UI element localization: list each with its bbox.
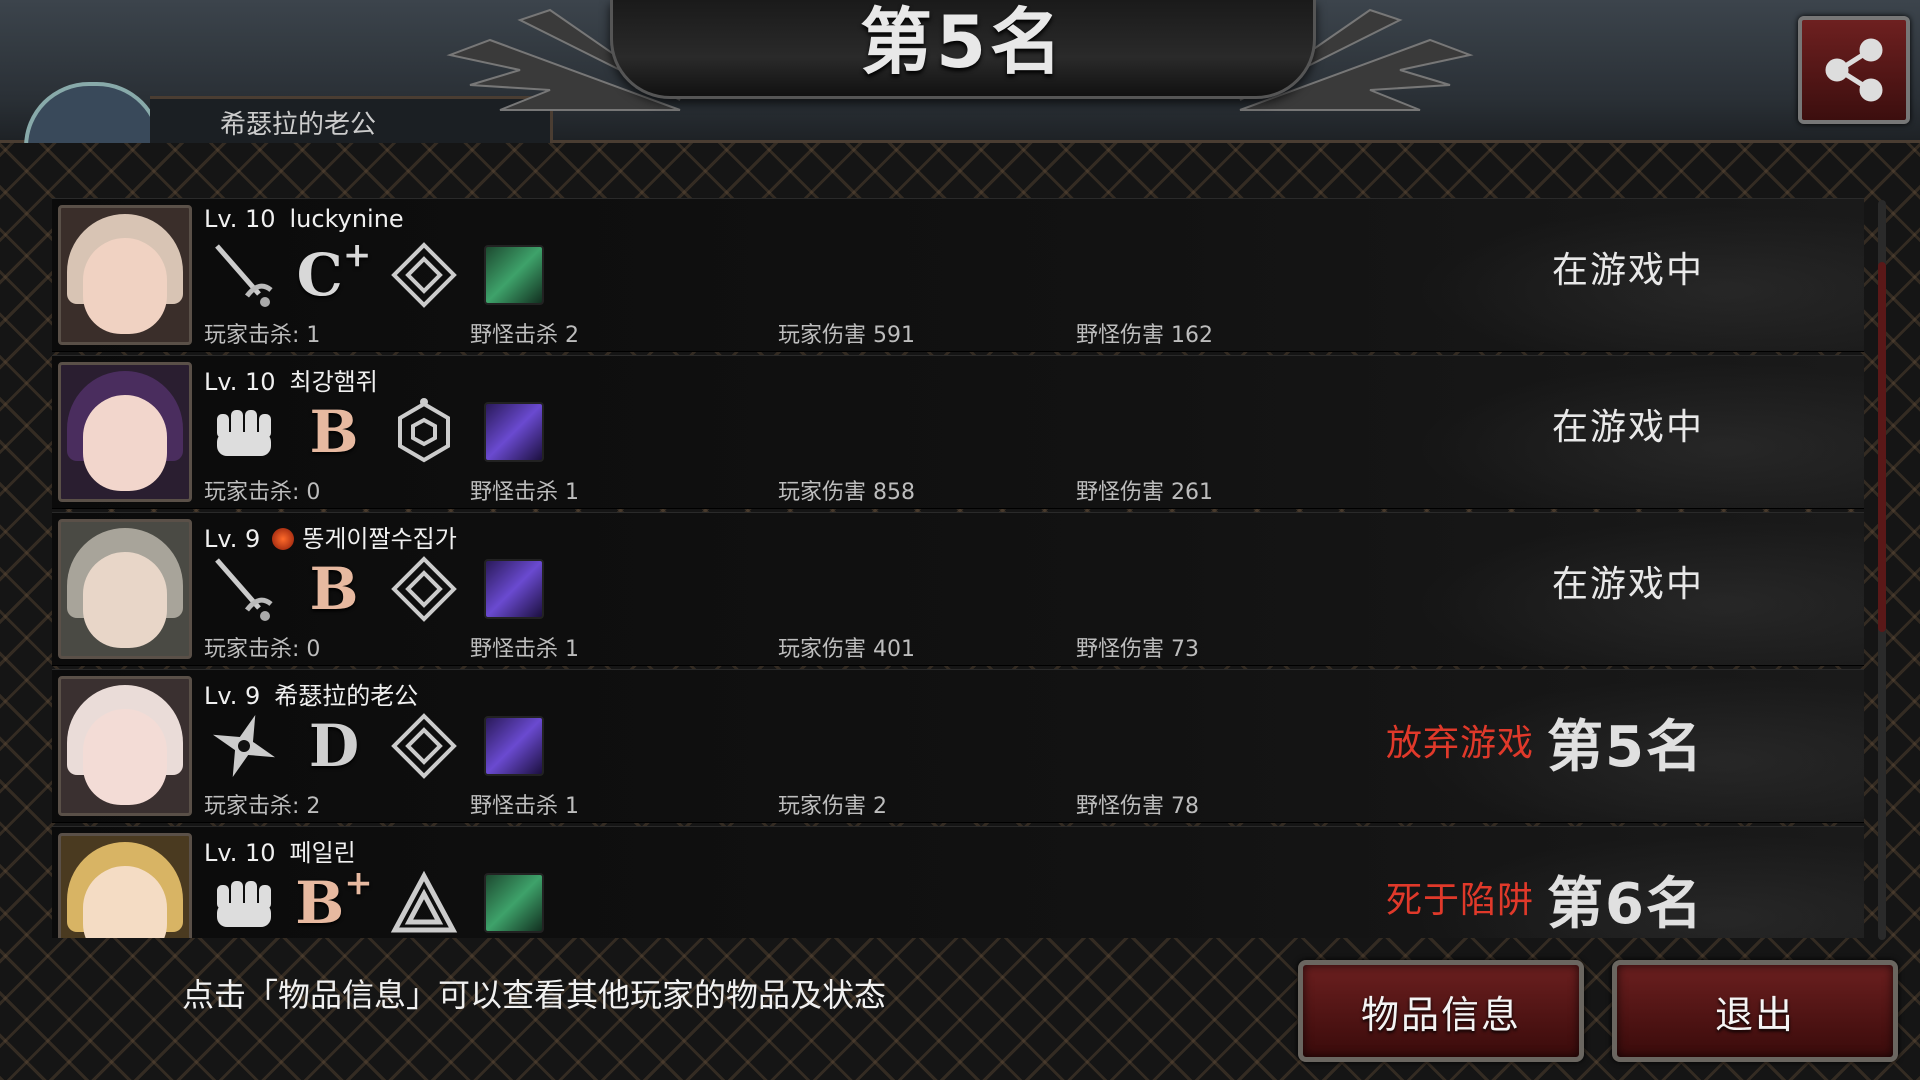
player-name: 최강햄쥐 — [289, 368, 378, 396]
player-name: 希瑟拉的老公 — [274, 682, 419, 710]
diamond-rune-icon — [384, 237, 464, 313]
scrollbar-thumb[interactable] — [1878, 262, 1886, 632]
player-level: Lv. 9 — [204, 525, 261, 553]
player-damage: 玩家伤害 401 — [778, 637, 915, 662]
monster-kills: 野怪击杀 1 — [470, 637, 579, 662]
player-list[interactable]: Lv. 10 luckynine C+ 玩家击杀: 1 野怪击杀 2 玩家伤害 5… — [52, 198, 1864, 938]
player-level: Lv. 10 — [204, 205, 276, 233]
purple-beast-icon — [474, 708, 554, 784]
grade-letter: D — [308, 712, 360, 780]
player-level: Lv. 10 — [204, 368, 276, 396]
grade-badge: C+ — [294, 235, 374, 313]
player-row[interactable]: Lv. 9 똥게이짤수집가 B 玩家击杀: 0 野怪击杀 1 玩家伤害 401 野… — [52, 512, 1864, 666]
share-button[interactable] — [1798, 16, 1910, 124]
grade-plus: + — [344, 863, 373, 903]
player-portrait — [58, 205, 192, 345]
monster-kills: 野怪击杀 2 — [470, 323, 579, 348]
grade-badge: D — [294, 708, 374, 784]
triangle-rune-icon — [384, 865, 464, 938]
player-level-name: Lv. 9 希瑟拉的老公 — [204, 676, 418, 711]
player-portrait — [58, 676, 192, 816]
grade-letter: C — [296, 241, 343, 309]
status-in-game: 在游戏中 — [1551, 407, 1704, 448]
player-name: luckynine — [289, 205, 404, 233]
status-abandoned: 放弃游戏 — [1385, 723, 1534, 764]
monster-damage: 野怪伤害 78 — [1076, 794, 1199, 819]
portrait-face — [83, 709, 167, 805]
diamond-rune-icon — [384, 551, 464, 627]
player-portrait — [58, 833, 192, 938]
sword-icon — [204, 551, 284, 627]
grade-badge: B+ — [294, 863, 374, 938]
player-damage: 玩家伤害 591 — [778, 323, 915, 348]
results-panel: Lv. 10 luckynine C+ 玩家击杀: 1 野怪击杀 2 玩家伤害 5… — [0, 143, 1920, 1080]
grade-letter: B — [309, 555, 359, 623]
player-rank: 第6名 — [1547, 872, 1704, 937]
player-kills: 玩家击杀: 2 — [204, 794, 321, 819]
shuriken-icon — [204, 708, 284, 784]
player-level-name: Lv. 10 luckynine — [204, 205, 404, 233]
purple-beast-icon — [474, 551, 554, 627]
sword-icon — [204, 237, 284, 313]
player-kills: 玩家击杀: 0 — [204, 480, 321, 505]
player-row[interactable]: Lv. 9 希瑟拉的老公 D 玩家击杀: 2 野怪击杀 1 玩家伤害 2 野怪伤害… — [52, 669, 1864, 823]
fist-icon — [204, 394, 284, 470]
portrait-face — [83, 395, 167, 491]
player-portrait — [58, 519, 192, 659]
player-row[interactable]: Lv. 10 최강햄쥐 B 玩家击杀: 0 野怪击杀 1 玩家伤害 858 野怪伤… — [52, 355, 1864, 509]
status-in-game: 在游戏中 — [1551, 250, 1704, 291]
green-soldier-icon — [474, 237, 554, 313]
hexagon-rune-icon — [384, 394, 464, 470]
player-level: Lv. 9 — [204, 682, 261, 710]
player-kills: 玩家击杀: 0 — [204, 637, 321, 662]
grade-badge: B — [294, 551, 374, 627]
exit-label: 退出 — [1714, 992, 1795, 1037]
green-soldier-icon — [474, 865, 554, 938]
player-level-name: Lv. 9 똥게이짤수집가 — [204, 519, 457, 554]
monster-kills: 野怪击杀 1 — [470, 480, 579, 505]
hint-text: 点击「物品信息」可以查看其他玩家的物品及状态 — [182, 976, 887, 1014]
grade-letter: B — [309, 398, 359, 466]
portrait-face — [83, 238, 167, 334]
player-damage: 玩家伤害 2 — [778, 794, 887, 819]
monster-kills: 野怪击杀 1 — [470, 794, 579, 819]
items-info-label: 物品信息 — [1360, 992, 1521, 1037]
player-level: Lv. 10 — [204, 839, 276, 867]
grade-plus: + — [342, 235, 372, 275]
items-info-button[interactable]: 物品信息 — [1298, 960, 1584, 1062]
flame-badge-icon — [272, 528, 295, 550]
page-title: 第5名 — [859, 0, 1067, 84]
player-level-name: Lv. 10 최강햄쥐 — [204, 362, 378, 397]
exit-button[interactable]: 退出 — [1612, 960, 1898, 1062]
player-damage: 玩家伤害 858 — [778, 480, 915, 505]
player-level-name: Lv. 10 페일린 — [204, 833, 356, 868]
monster-damage: 野怪伤害 261 — [1076, 480, 1213, 505]
monster-damage: 野怪伤害 162 — [1076, 323, 1213, 348]
player-name: 똥게이짤수집가 — [302, 525, 457, 553]
title-plate: 第5名 — [610, 0, 1316, 99]
player-row[interactable]: Lv. 10 페일린 B+ 死于陷阱 第6名 — [52, 826, 1864, 938]
diamond-rune-icon — [384, 708, 464, 784]
status-in-game: 在游戏中 — [1551, 564, 1704, 605]
status-trap-death: 死于陷阱 — [1385, 880, 1534, 921]
player-portrait — [58, 362, 192, 502]
grade-badge: B — [294, 394, 374, 470]
portrait-face — [83, 552, 167, 648]
purple-beast-icon — [474, 394, 554, 470]
monster-damage: 野怪伤害 73 — [1076, 637, 1199, 662]
player-kills: 玩家击杀: 1 — [204, 323, 321, 348]
fist-icon — [204, 865, 284, 938]
player-rank: 第5名 — [1547, 715, 1704, 780]
grade-letter: B — [295, 869, 345, 937]
player-row[interactable]: Lv. 10 luckynine C+ 玩家击杀: 1 野怪击杀 2 玩家伤害 5… — [52, 198, 1864, 352]
share-icon — [1825, 38, 1883, 102]
